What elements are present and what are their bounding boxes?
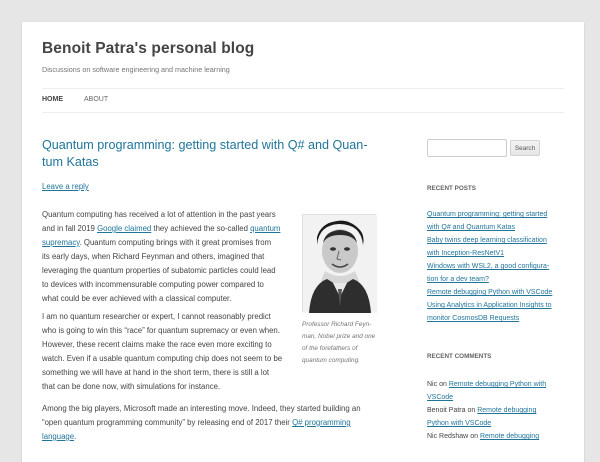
text-span: . Quantum computing brings with it great…	[79, 238, 272, 247]
text-line: and in fall 2019 Google claimed they ach…	[42, 222, 312, 236]
google-claimed-link[interactable]: Google claimed	[97, 224, 151, 233]
recent-post-link[interactable]: Quantum programming: getting started with…	[427, 211, 547, 231]
recent-post-link[interactable]: Using Analytics in Application Insights …	[427, 302, 552, 322]
caption-line: man, Nobel prize and one	[302, 333, 376, 340]
quantum-supremacy-link-cont[interactable]: supremacy	[42, 238, 80, 247]
nav-item-home[interactable]: HOME	[42, 96, 63, 103]
text-line: “open quantum programming community” by …	[42, 416, 392, 430]
portrait-drawing	[303, 215, 377, 313]
comment-on: on	[468, 433, 480, 440]
comment-author: Nic	[427, 381, 438, 388]
link-line: Quantum programming: getting started	[427, 211, 548, 218]
nav-item-about[interactable]: ABOUT	[84, 96, 108, 103]
post-title[interactable]: Quantum programming: getting started wit…	[42, 137, 387, 171]
post-title-line1: Quantum programming: getting started wit…	[42, 138, 368, 152]
recent-comment-item: Benoit Patra on Remote debugging Python w…	[427, 404, 563, 430]
link-line: Using Analytics in Application Insights …	[427, 302, 552, 309]
text-span: they achieved the so-called	[151, 224, 251, 233]
link-line: with Q# and Quantum Katas	[427, 224, 515, 231]
site-description: Discussions on software engineering and …	[42, 65, 230, 74]
recent-post-item[interactable]: Remote debugging Python with VSCode	[427, 286, 563, 299]
comment-author: Nic Redshaw	[427, 433, 469, 440]
text-line: what could be ever achieved with a class…	[42, 294, 232, 303]
link-line: Baby twins deep learning classification	[427, 237, 547, 244]
recent-comments-list: Nic on Remote debugging Python with VSCod…	[427, 378, 563, 443]
text-line: its early days, when Richard Feynman and…	[42, 252, 265, 261]
qsharp-language-link[interactable]: Q# programming	[292, 418, 351, 427]
caption-line: Professor Richard Feyn-	[302, 321, 372, 328]
recent-comment-item: Nic Redshaw on Remote debugging	[427, 430, 563, 443]
comment-post-link[interactable]: Remote debugging	[480, 433, 539, 440]
comment-on: on	[465, 407, 478, 414]
recent-post-item[interactable]: Baby twins deep learning classification w…	[427, 234, 563, 260]
text-span: .	[74, 432, 77, 441]
search-input[interactable]	[427, 139, 507, 157]
search-button[interactable]: Search	[510, 140, 540, 156]
link-line: tion for a dev team?	[427, 276, 489, 283]
link-line: Remote debugging Python with	[448, 381, 547, 388]
text-line: Quantum computing has received a lot of …	[42, 210, 276, 219]
text-line: supremacy. Quantum computing brings with…	[42, 236, 312, 250]
text-line: I am no quantum researcher or expert, I …	[42, 312, 271, 321]
link-line: Windows with WSL2, a good configura-	[427, 263, 550, 270]
text-line: to devices with incommensurable computin…	[42, 280, 264, 289]
text-line: Among the big players, Microsoft made an…	[42, 404, 361, 413]
recent-post-link[interactable]: Windows with WSL2, a good configura-tion…	[427, 263, 549, 283]
recent-posts-heading: RECENT POSTS	[427, 185, 476, 192]
page-container: Benoit Patra's personal blog Discussions…	[22, 22, 584, 462]
link-line: Remote debugging	[477, 407, 537, 414]
comment-on: on	[437, 381, 449, 388]
link-line: monitor CosmosDB Requests	[427, 315, 520, 322]
post-paragraph-1: Quantum computing has received a lot of …	[42, 208, 312, 306]
nav-divider-bottom	[42, 112, 564, 113]
post-paragraph-3: Among the big players, Microsoft made an…	[42, 402, 392, 444]
link-line: with Inception-ResNetV1	[427, 250, 505, 257]
text-line: language.	[42, 430, 392, 444]
recent-post-link[interactable]: Baby twins deep learning classification w…	[427, 237, 547, 257]
comment-author: Benoit Patra	[427, 407, 466, 414]
post-title-line2: tum Katas	[42, 155, 99, 169]
recent-post-item[interactable]: Using Analytics in Application Insights …	[427, 299, 563, 325]
link-line: VSCode	[427, 394, 454, 401]
recent-posts-list: Quantum programming: getting started with…	[427, 208, 563, 325]
recent-post-item[interactable]: Windows with WSL2, a good configura-tion…	[427, 260, 563, 286]
nav-divider-top	[42, 88, 564, 89]
post-paragraph-2: I am no quantum researcher or expert, I …	[42, 310, 312, 394]
site-title[interactable]: Benoit Patra's personal blog	[42, 40, 254, 58]
text-line: watch. Even if a usable quantum computin…	[42, 354, 283, 363]
text-span: “open quantum programming community” by …	[42, 418, 293, 427]
text-line: who is going to win this “race” for quan…	[42, 326, 280, 335]
recent-post-link[interactable]: Remote debugging Python with VSCode	[427, 289, 552, 296]
portrait-caption: Professor Richard Feyn- man, Nobel prize…	[302, 319, 382, 367]
text-line: that can be done now, with simulations f…	[42, 382, 221, 391]
text-line: However, these recent claims make the ra…	[42, 340, 272, 349]
text-span: and in fall 2019	[42, 224, 98, 233]
leave-reply-link[interactable]: Leave a reply	[42, 182, 89, 191]
recent-comments-heading: RECENT COMMENTS	[427, 353, 492, 360]
text-line: leveraging the quantum properties of sub…	[42, 266, 276, 275]
recent-post-item[interactable]: Quantum programming: getting started with…	[427, 208, 563, 234]
caption-line: of the forefathers of	[302, 345, 358, 352]
quantum-supremacy-link[interactable]: quantum	[250, 224, 280, 233]
link-line: Python with VSCode	[427, 420, 492, 427]
text-line: something we will have at hand in the sh…	[42, 368, 270, 377]
qsharp-language-link-cont[interactable]: language	[42, 432, 74, 441]
feynman-portrait-image	[302, 214, 377, 313]
recent-comment-item: Nic on Remote debugging Python with VSCod…	[427, 378, 563, 404]
caption-line: quantum computing.	[302, 357, 360, 364]
